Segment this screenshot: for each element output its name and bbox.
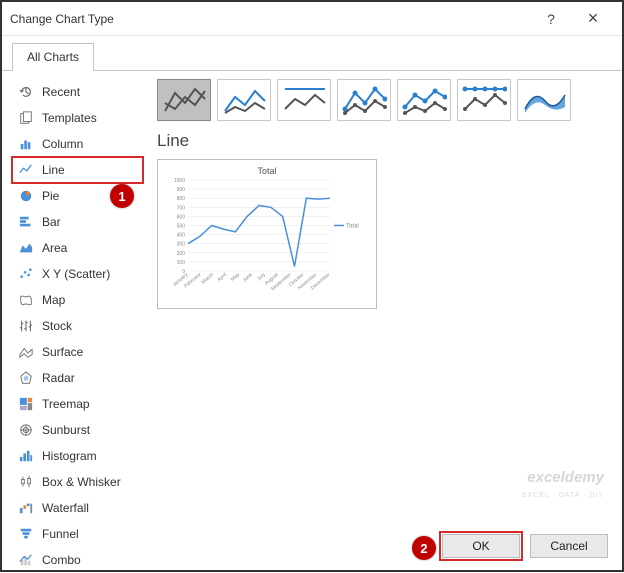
- recent-icon: [18, 84, 34, 100]
- sidebar-item-label: Stock: [42, 319, 72, 333]
- sidebar-item-label: Recent: [42, 85, 80, 99]
- svg-text:300: 300: [177, 242, 186, 248]
- sidebar-item-label: Line: [42, 163, 65, 177]
- pie-icon: [18, 188, 34, 204]
- subtype-stacked-line[interactable]: [217, 79, 271, 121]
- section-title: Line: [157, 131, 612, 151]
- column-icon: [18, 136, 34, 152]
- map-icon: [18, 292, 34, 308]
- subtype-100-stacked-line-markers[interactable]: [457, 79, 511, 121]
- chart-type-main: Line Total 01002003004005006007008009001…: [147, 71, 622, 527]
- svg-text:100: 100: [177, 260, 186, 266]
- chart-type-sidebar: Recent Templates Column Line Pie Bar Area X Y (…: [2, 71, 147, 527]
- subtype-line[interactable]: [157, 79, 211, 121]
- sidebar-item-treemap[interactable]: Treemap: [12, 391, 143, 417]
- close-button[interactable]: ×: [572, 4, 614, 34]
- subtype-3d-line[interactable]: [517, 79, 571, 121]
- preview-chart-svg: 01002003004005006007008009001000JanuaryF…: [164, 176, 370, 301]
- sidebar-item-label: Funnel: [42, 527, 79, 541]
- sidebar-item-surface[interactable]: Surface: [12, 339, 143, 365]
- tab-all-charts[interactable]: All Charts: [12, 43, 94, 71]
- svg-text:500: 500: [177, 224, 186, 230]
- cancel-button[interactable]: Cancel: [530, 534, 608, 558]
- sidebar-item-label: Histogram: [42, 449, 97, 463]
- sidebar-item-label: Map: [42, 293, 65, 307]
- sidebar-item-area[interactable]: Area: [12, 235, 143, 261]
- chart-preview[interactable]: Total 01002003004005006007008009001000Ja…: [157, 159, 377, 309]
- sidebar-item-box-whisker[interactable]: Box & Whisker: [12, 469, 143, 495]
- surface-icon: [18, 344, 34, 360]
- svg-text:700: 700: [177, 205, 186, 211]
- sidebar-item-label: Templates: [42, 111, 97, 125]
- templates-icon: [18, 110, 34, 126]
- svg-text:March: March: [201, 272, 216, 286]
- sidebar-item-label: Pie: [42, 189, 59, 203]
- sidebar-item-label: Area: [42, 241, 67, 255]
- help-button[interactable]: ?: [530, 4, 572, 34]
- svg-text:900: 900: [177, 187, 186, 193]
- sidebar-item-map[interactable]: Map: [12, 287, 143, 313]
- subtype-100-stacked-line[interactable]: [277, 79, 331, 121]
- line-icon: [18, 162, 34, 178]
- svg-text:400: 400: [177, 233, 186, 239]
- sidebar-item-waterfall[interactable]: Waterfall: [12, 495, 143, 521]
- sidebar-item-column[interactable]: Column: [12, 131, 143, 157]
- dialog-footer: OK Cancel: [442, 534, 608, 558]
- window-title: Change Chart Type: [10, 12, 530, 26]
- stock-icon: [18, 318, 34, 334]
- histogram-icon: [18, 448, 34, 464]
- sidebar-item-templates[interactable]: Templates: [12, 105, 143, 131]
- subtype-stacked-line-markers[interactable]: [397, 79, 451, 121]
- sidebar-item-funnel[interactable]: Funnel: [12, 521, 143, 547]
- sidebar-item-label: X Y (Scatter): [42, 267, 110, 281]
- svg-text:June: June: [242, 272, 254, 284]
- sidebar-item-combo[interactable]: Combo: [12, 547, 143, 573]
- titlebar: Change Chart Type ? ×: [2, 2, 622, 36]
- callout-badge-1: 1: [110, 184, 134, 208]
- svg-text:600: 600: [177, 214, 186, 220]
- radar-icon: [18, 370, 34, 386]
- bar-icon: [18, 214, 34, 230]
- funnel-icon: [18, 526, 34, 542]
- sidebar-item-label: Waterfall: [42, 501, 89, 515]
- preview-title: Total: [164, 166, 370, 176]
- waterfall-icon: [18, 500, 34, 516]
- sidebar-item-label: Sunburst: [42, 423, 90, 437]
- area-icon: [18, 240, 34, 256]
- sidebar-item-label: Box & Whisker: [42, 475, 121, 489]
- sidebar-item-line[interactable]: Line: [12, 157, 143, 183]
- sidebar-item-label: Treemap: [42, 397, 90, 411]
- sidebar-item-label: Surface: [42, 345, 83, 359]
- svg-text:1000: 1000: [174, 178, 185, 184]
- ok-button[interactable]: OK: [442, 534, 520, 558]
- boxwhisker-icon: [18, 474, 34, 490]
- sidebar-item-histogram[interactable]: Histogram: [12, 443, 143, 469]
- callout-badge-2: 2: [412, 536, 436, 560]
- sidebar-item-bar[interactable]: Bar: [12, 209, 143, 235]
- sidebar-item-sunburst[interactable]: Sunburst: [12, 417, 143, 443]
- watermark: exceldemy EXCEL · DATA · DIY: [522, 470, 604, 500]
- combo-icon: [18, 552, 34, 568]
- sidebar-item-recent[interactable]: Recent: [12, 79, 143, 105]
- sidebar-item-radar[interactable]: Radar: [12, 365, 143, 391]
- svg-text:800: 800: [177, 196, 186, 202]
- sidebar-item-x-y-scatter-[interactable]: X Y (Scatter): [12, 261, 143, 287]
- sidebar-item-stock[interactable]: Stock: [12, 313, 143, 339]
- svg-text:May: May: [230, 272, 241, 283]
- tab-strip: All Charts: [2, 36, 622, 70]
- sunburst-icon: [18, 422, 34, 438]
- svg-text:200: 200: [177, 251, 186, 257]
- treemap-icon: [18, 396, 34, 412]
- svg-text:Total: Total: [346, 224, 359, 230]
- subtype-line-markers[interactable]: [337, 79, 391, 121]
- svg-text:April: April: [216, 272, 228, 283]
- dialog-content: Recent Templates Column Line Pie Bar Area X Y (…: [2, 71, 622, 527]
- sidebar-item-label: Combo: [42, 553, 81, 567]
- subtype-row: [157, 79, 612, 121]
- sidebar-item-label: Radar: [42, 371, 75, 385]
- sidebar-item-label: Bar: [42, 215, 61, 229]
- scatter-icon: [18, 266, 34, 282]
- sidebar-item-label: Column: [42, 137, 83, 151]
